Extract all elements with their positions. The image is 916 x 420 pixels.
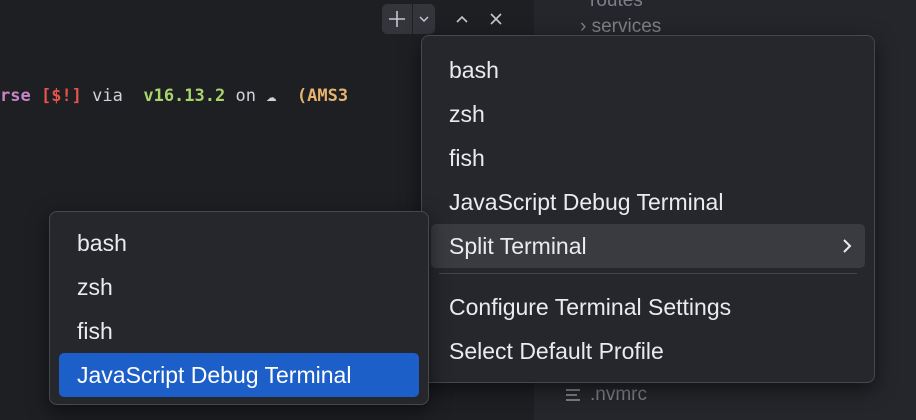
new-terminal-group	[382, 4, 435, 34]
menu-item-label: fish	[449, 144, 485, 171]
cloud-icon: ☁	[266, 86, 277, 106]
explorer-item-label: .nvmrc	[590, 384, 647, 405]
submenu-item-javascript-debug-terminal[interactable]: JavaScript Debug Terminal	[59, 353, 419, 397]
file-lines-icon	[566, 389, 580, 401]
menu-separator	[439, 273, 857, 274]
menu-item-bash[interactable]: bash	[431, 48, 865, 92]
menu-item-label: bash	[449, 56, 499, 83]
launch-profile-button[interactable]	[413, 4, 435, 34]
prompt-aws-region: (AMS3	[276, 86, 349, 106]
terminal-profile-menu: bash zsh fish JavaScript Debug Terminal …	[421, 35, 875, 383]
menu-item-label: Split Terminal	[449, 232, 587, 259]
new-terminal-button[interactable]	[382, 4, 412, 34]
chevron-up-icon	[456, 15, 468, 23]
shell-prompt: rse [$!] via v16.13.2 on ☁ (AMS3	[0, 86, 348, 106]
explorer-item-nvmrc[interactable]: .nvmrc	[566, 384, 647, 406]
prompt-directory: rse	[0, 86, 31, 106]
prompt-via: via	[81, 86, 134, 106]
menu-item-label: Select Default Profile	[449, 337, 664, 364]
close-icon	[490, 13, 502, 25]
menu-item-select-default-profile[interactable]: Select Default Profile	[431, 329, 865, 373]
split-terminal-submenu: bash zsh fish JavaScript Debug Terminal	[49, 211, 429, 405]
chevron-right-icon	[839, 236, 855, 256]
menu-item-label: JavaScript Debug Terminal	[449, 188, 724, 215]
chevron-right-icon: ›	[580, 16, 587, 37]
explorer-item-routes[interactable]: routes	[590, 0, 643, 12]
prompt-git-status: [$!]	[40, 86, 82, 106]
close-panel-button[interactable]	[479, 4, 513, 34]
plus-icon	[389, 11, 405, 27]
menu-item-javascript-debug-terminal[interactable]: JavaScript Debug Terminal	[431, 180, 865, 224]
submenu-item-fish[interactable]: fish	[59, 309, 419, 353]
menu-item-split-terminal[interactable]: Split Terminal	[431, 224, 865, 268]
prompt-node-version: v16.13.2	[133, 86, 226, 106]
submenu-item-zsh[interactable]: zsh	[59, 265, 419, 309]
explorer-item-label: services	[591, 16, 662, 37]
submenu-item-bash[interactable]: bash	[59, 221, 419, 265]
menu-item-label: bash	[77, 229, 127, 256]
prompt-on: on	[225, 86, 267, 106]
menu-item-configure-terminal-settings[interactable]: Configure Terminal Settings	[431, 285, 865, 329]
menu-item-fish[interactable]: fish	[431, 136, 865, 180]
chevron-down-icon	[419, 16, 429, 23]
menu-item-label: JavaScript Debug Terminal	[77, 361, 352, 388]
menu-item-label: Configure Terminal Settings	[449, 293, 732, 320]
terminal-toolbar	[382, 4, 513, 34]
menu-item-label: zsh	[77, 273, 113, 300]
menu-item-label: zsh	[449, 100, 485, 127]
menu-item-zsh[interactable]: zsh	[431, 92, 865, 136]
maximize-panel-button[interactable]	[445, 4, 479, 34]
explorer-item-label: routes	[590, 0, 643, 11]
menu-item-label: fish	[77, 317, 113, 344]
